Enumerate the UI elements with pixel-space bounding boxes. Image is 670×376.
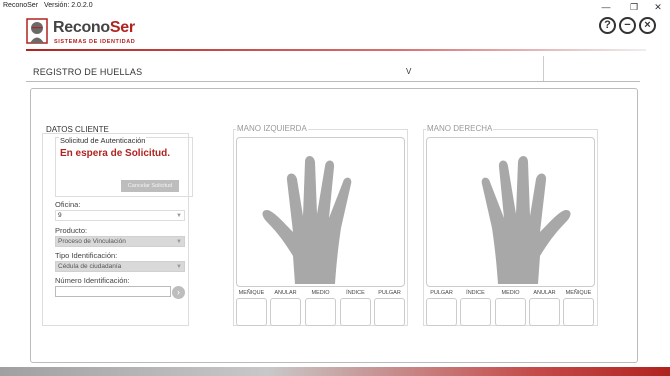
chevron-down-icon: ▼ (176, 213, 182, 219)
logo-wordmark: ReconoSer (53, 19, 135, 37)
section-title: REGISTRO DE HUELLAS (33, 67, 143, 77)
window-close-button[interactable]: ✕ (648, 1, 668, 13)
left-indice-slot[interactable] (340, 298, 371, 326)
window-minimize-button[interactable]: — (596, 1, 616, 13)
producto-select[interactable]: Proceso de Vinculación ▼ (55, 236, 185, 247)
oficina-value: 9 (58, 212, 62, 219)
left-medio-slot[interactable] (305, 298, 336, 326)
left-hand-image-area (236, 137, 405, 287)
left-finger-label-1: ANULAR (274, 290, 297, 296)
right-finger-label-0: PULGAR (430, 290, 453, 296)
numero-identificacion-label: Número Identificación: (55, 276, 130, 285)
producto-value: Proceso de Vinculación (58, 238, 126, 245)
right-hand-title: MANO DERECHA (426, 124, 494, 133)
right-anular-slot[interactable] (529, 298, 560, 326)
left-pulgar-slot[interactable] (374, 298, 405, 326)
left-finger-label-0: MEÑIQUE (238, 290, 265, 296)
chevron-down-icon: ▼ (176, 264, 182, 270)
left-hand-title: MANO IZQUIERDA (236, 124, 308, 133)
left-menique-slot[interactable] (236, 298, 267, 326)
right-finger-label-1: ÍNDICE (466, 290, 485, 296)
app-close-button[interactable]: × (639, 17, 656, 34)
window-title: ReconoSer Versión: 2.0.2.0 (3, 2, 97, 9)
right-finger-label-2: MEDIO (501, 290, 520, 296)
tipo-identificacion-select[interactable]: Cédula de ciudadanía ▼ (55, 261, 185, 272)
logo-subtitle: SISTEMAS DE IDENTIDAD (54, 39, 136, 45)
left-finger-label-3: ÍNDICE (346, 290, 365, 296)
window-restore-button[interactable]: ❐ (624, 1, 644, 13)
client-panel-title: DATOS CLIENTE (46, 125, 109, 134)
auth-status-text: En espera de Solicitud. (60, 148, 171, 159)
tipo-identificacion-value: Cédula de ciudadanía (58, 263, 122, 270)
right-indice-slot[interactable] (460, 298, 491, 326)
right-pulgar-slot[interactable] (426, 298, 457, 326)
section-dropdown-indicator[interactable]: V (406, 67, 411, 76)
right-hand-icon (481, 156, 571, 284)
window-titlebar: ReconoSer Versión: 2.0.2.0 — ❐ ✕ (0, 0, 670, 14)
left-anular-slot[interactable] (270, 298, 301, 326)
oficina-label: Oficina: (55, 200, 81, 209)
logo-recono: Recono (53, 19, 110, 36)
producto-label: Producto: (55, 226, 88, 235)
section-separator (543, 56, 544, 81)
right-finger-label-4: MEÑIQUE (565, 290, 592, 296)
tipo-identificacion-label: Tipo Identificación: (55, 251, 118, 260)
left-finger-label-2: MEDIO (311, 290, 330, 296)
right-finger-label-3: ANULAR (533, 290, 556, 296)
search-arrow-button[interactable]: › (172, 286, 185, 299)
logo-ser: Ser (109, 19, 135, 36)
reconoser-logo: ReconoSer SISTEMAS DE IDENTIDAD (26, 18, 176, 48)
numero-identificacion-input[interactable] (55, 286, 171, 297)
app-version: Versión: 2.0.2.0 (43, 2, 93, 9)
footer-bar (0, 367, 670, 376)
chevron-down-icon: ▼ (176, 239, 182, 245)
cancel-request-button[interactable]: Cancelar Solicitud (121, 180, 179, 192)
face-scan-icon (26, 18, 48, 44)
left-finger-label-4: PULGAR (378, 290, 401, 296)
right-menique-slot[interactable] (563, 298, 594, 326)
section-divider (26, 81, 640, 82)
app-name: ReconoSer (3, 2, 39, 9)
right-hand-image-area (426, 137, 595, 287)
help-button[interactable]: ? (599, 17, 616, 34)
header-divider (26, 49, 646, 51)
auth-request-title: Solicitud de Autenticación (59, 136, 147, 145)
right-medio-slot[interactable] (495, 298, 526, 326)
oficina-select[interactable]: 9 ▼ (55, 210, 185, 221)
app-minimize-button[interactable]: − (619, 17, 636, 34)
left-hand-icon (262, 156, 352, 284)
